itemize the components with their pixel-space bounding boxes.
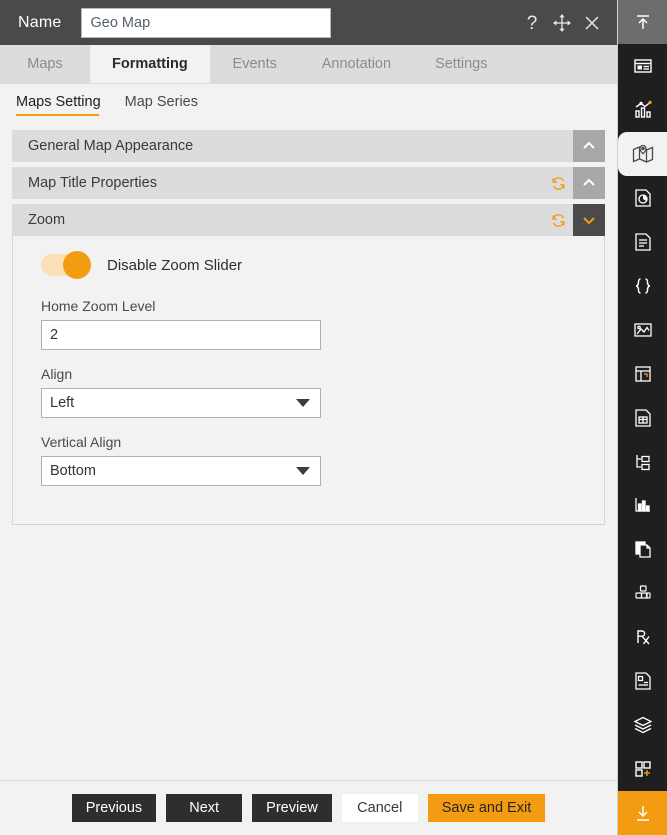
accordion-general-map-appearance[interactable]: General Map Appearance — [12, 130, 605, 162]
zoom-settings-panel: Disable Zoom Slider Home Zoom Level Alig… — [12, 236, 605, 525]
chevron-down-icon — [296, 399, 310, 407]
prescription-rx-icon[interactable] — [618, 615, 667, 659]
zoom-fields: Home Zoom Level Align Left Vertical Alig… — [41, 298, 588, 502]
chevron-down-icon[interactable] — [573, 204, 605, 236]
right-tool-rail — [618, 0, 667, 835]
tab-maps[interactable]: Maps — [0, 45, 90, 83]
align-label: Align — [41, 366, 73, 382]
dashboard-panel-icon[interactable] — [618, 44, 667, 88]
previous-button[interactable]: Previous — [71, 794, 157, 822]
chevron-down-icon — [296, 467, 310, 475]
refresh-icon[interactable] — [543, 204, 573, 236]
move-arrows-icon[interactable] — [551, 12, 573, 34]
disable-zoom-slider-label: Disable Zoom Slider — [107, 256, 243, 274]
bar-chart-icon[interactable] — [618, 483, 667, 527]
detail-document-icon[interactable] — [618, 659, 667, 703]
settings-body: General Map Appearance Map Title Propert… — [0, 122, 617, 780]
name-label: Name — [18, 13, 62, 31]
subtab-maps-setting[interactable]: Maps Setting — [12, 90, 111, 116]
code-braces-icon[interactable] — [618, 264, 667, 308]
vertical-align-selected-value: Bottom — [50, 463, 96, 479]
home-zoom-level-field: Home Zoom Level — [41, 298, 321, 350]
table-grid-icon[interactable] — [618, 352, 667, 396]
next-button[interactable]: Next — [166, 794, 243, 822]
copy-pages-icon[interactable] — [618, 527, 667, 571]
primary-tab-bar: Maps Formatting Events Annotation Settin… — [0, 45, 617, 84]
save-and-exit-button[interactable]: Save and Exit — [427, 794, 546, 822]
document-icon[interactable] — [618, 220, 667, 264]
accordion-title: Zoom — [28, 212, 66, 228]
accordion-zoom[interactable]: Zoom — [12, 204, 605, 236]
tab-annotation[interactable]: Annotation — [300, 45, 413, 83]
dialog-footer: Previous Next Preview Cancel Save and Ex… — [0, 780, 617, 835]
tab-formatting[interactable]: Formatting — [90, 45, 210, 83]
align-selected-value: Left — [50, 395, 75, 411]
accordion-title: General Map Appearance — [28, 138, 194, 154]
toggle-knob — [63, 251, 91, 279]
chevron-up-icon[interactable] — [573, 130, 605, 162]
sub-tab-bar: Maps Setting Map Series — [0, 84, 617, 122]
add-widget-icon[interactable] — [618, 747, 667, 791]
svg-text:?: ? — [527, 13, 538, 33]
layers-icon[interactable] — [618, 703, 667, 747]
tab-events[interactable]: Events — [210, 45, 300, 83]
map-formatting-dialog: Name ? — [0, 0, 667, 835]
dialog-body: Name ? — [0, 0, 618, 835]
title-bar-actions: ? — [521, 12, 607, 34]
accordion-map-title-properties[interactable]: Map Title Properties — [12, 167, 605, 199]
map-location-icon[interactable] — [618, 131, 667, 176]
image-gallery-icon[interactable] — [618, 308, 667, 352]
align-field: Align Left — [41, 366, 321, 418]
tree-hierarchy-icon[interactable] — [618, 440, 667, 484]
chart-analytics-icon[interactable] — [618, 88, 667, 132]
collapse-up-icon[interactable] — [618, 0, 667, 44]
align-select[interactable]: Left — [41, 388, 321, 418]
pie-chart-document-icon[interactable] — [618, 176, 667, 220]
name-input[interactable] — [81, 7, 332, 38]
vertical-align-select[interactable]: Bottom — [41, 456, 321, 486]
disable-zoom-slider-row: Disable Zoom Slider — [41, 251, 588, 279]
home-zoom-level-label: Home Zoom Level — [41, 298, 156, 314]
tab-settings[interactable]: Settings — [413, 45, 509, 83]
cubes-stack-icon[interactable] — [618, 571, 667, 615]
report-document-icon[interactable] — [618, 396, 667, 440]
title-bar: Name ? — [0, 0, 617, 45]
disable-zoom-slider-toggle[interactable] — [41, 251, 91, 279]
home-zoom-level-input[interactable] — [41, 320, 321, 350]
cancel-button[interactable]: Cancel — [341, 794, 418, 822]
vertical-align-label: Vertical Align — [41, 434, 122, 450]
close-icon[interactable] — [581, 12, 603, 34]
subtab-map-series[interactable]: Map Series — [115, 90, 208, 116]
accordion-title: Map Title Properties — [28, 175, 157, 191]
refresh-icon[interactable] — [543, 167, 573, 199]
download-icon[interactable] — [618, 791, 667, 835]
preview-button[interactable]: Preview — [252, 794, 332, 822]
question-mark-icon[interactable]: ? — [521, 12, 543, 34]
chevron-up-icon[interactable] — [573, 167, 605, 199]
vertical-align-field: Vertical Align Bottom — [41, 434, 321, 486]
